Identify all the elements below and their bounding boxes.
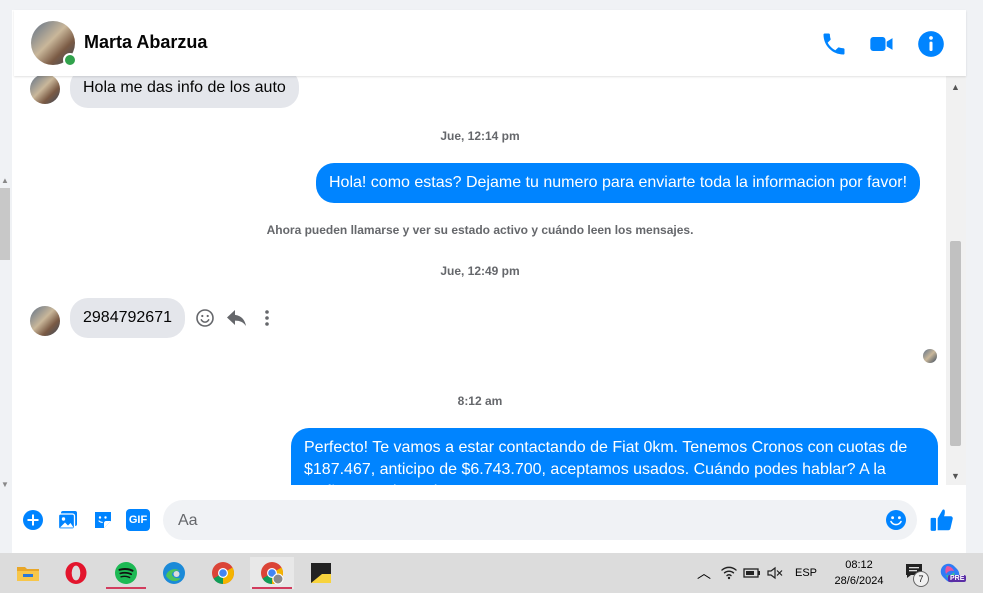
- outgoing-message[interactable]: Hola! como estas? Dejame tu numero para …: [316, 163, 921, 203]
- wifi-icon[interactable]: [721, 566, 737, 580]
- left-scrollbar-thumb[interactable]: [0, 188, 10, 260]
- language-indicator[interactable]: ESP: [795, 567, 817, 579]
- notification-center-icon[interactable]: 7: [905, 563, 930, 587]
- emoji-icon[interactable]: [885, 509, 907, 531]
- copilot-icon[interactable]: PRE: [939, 562, 967, 584]
- timestamp: Jue, 12:14 pm: [440, 129, 520, 143]
- left-scroll-up-icon[interactable]: ▲: [1, 176, 9, 185]
- gif-label: GIF: [128, 514, 148, 526]
- opera-icon[interactable]: [54, 557, 98, 589]
- spotify-icon[interactable]: [104, 557, 148, 589]
- active-app-indicator: [106, 587, 146, 589]
- page-background-top: [0, 0, 983, 10]
- battery-icon[interactable]: [743, 567, 761, 579]
- incoming-message[interactable]: 2984792671: [70, 298, 185, 338]
- message-composer: GIF: [14, 485, 966, 553]
- video-icon[interactable]: [868, 30, 896, 58]
- show-hidden-icons-icon[interactable]: ︿: [697, 563, 711, 583]
- conversation-header: Marta Abarzua: [14, 10, 966, 76]
- right-panel-edge: [966, 0, 983, 553]
- outgoing-message[interactable]: Perfecto! Te vamos a estar contactando d…: [291, 428, 938, 485]
- contact-name[interactable]: Marta Abarzua: [84, 32, 207, 53]
- message-input-container[interactable]: [163, 500, 917, 542]
- info-icon[interactable]: [917, 30, 945, 58]
- plus-icon[interactable]: [22, 509, 44, 531]
- sender-avatar[interactable]: [30, 306, 60, 336]
- incoming-message[interactable]: Hola me das info de los auto: [70, 76, 299, 108]
- phone-icon[interactable]: [820, 30, 848, 58]
- message-input[interactable]: [176, 500, 880, 542]
- timestamp: Jue, 12:49 pm: [440, 264, 520, 278]
- timestamp: 8:12 am: [457, 394, 503, 408]
- more-options-icon[interactable]: [258, 308, 276, 328]
- chat-scrollbar[interactable]: ▲ ▼: [946, 76, 966, 485]
- scroll-down-icon[interactable]: ▼: [951, 471, 960, 481]
- chat-scrollbar-thumb[interactable]: [950, 241, 961, 446]
- message-thread: Hola me das info de los auto Jue, 12:14 …: [14, 76, 946, 485]
- active-app-indicator: [252, 587, 292, 589]
- chrome-profile-icon[interactable]: [250, 557, 294, 589]
- scroll-up-icon[interactable]: ▲: [951, 82, 960, 92]
- left-panel-edge: ▲ ▼: [0, 0, 12, 553]
- clock[interactable]: 08:12 28/6/2024: [831, 557, 887, 589]
- like-icon[interactable]: [929, 507, 955, 533]
- clock-date: 28/6/2024: [834, 575, 884, 587]
- left-scroll-down-icon[interactable]: ▼: [1, 480, 9, 489]
- file-explorer-icon[interactable]: [6, 557, 50, 589]
- reply-icon[interactable]: [226, 308, 248, 328]
- seen-avatar-icon: [923, 349, 937, 363]
- react-icon[interactable]: [195, 308, 215, 328]
- edge-icon[interactable]: [152, 557, 196, 589]
- system-tray: ︿ ESP 08:12 28/6/2024 7 PRE: [697, 553, 967, 593]
- image-icon[interactable]: [57, 509, 79, 531]
- sender-avatar[interactable]: [30, 76, 60, 104]
- os-taskbar: ︿ ESP 08:12 28/6/2024 7 PRE: [0, 553, 983, 593]
- volume-muted-icon[interactable]: [767, 566, 783, 580]
- sticker-icon[interactable]: [92, 509, 114, 531]
- gif-icon[interactable]: GIF: [126, 509, 150, 531]
- chrome-icon[interactable]: [201, 557, 245, 589]
- copilot-badge: PRE: [948, 575, 967, 582]
- sticky-notes-icon[interactable]: [299, 557, 343, 589]
- system-message: Ahora pueden llamarse y ver su estado ac…: [266, 223, 694, 237]
- notification-count-badge: 7: [913, 571, 930, 587]
- online-status-dot: [63, 53, 77, 67]
- clock-time: 08:12: [845, 559, 873, 571]
